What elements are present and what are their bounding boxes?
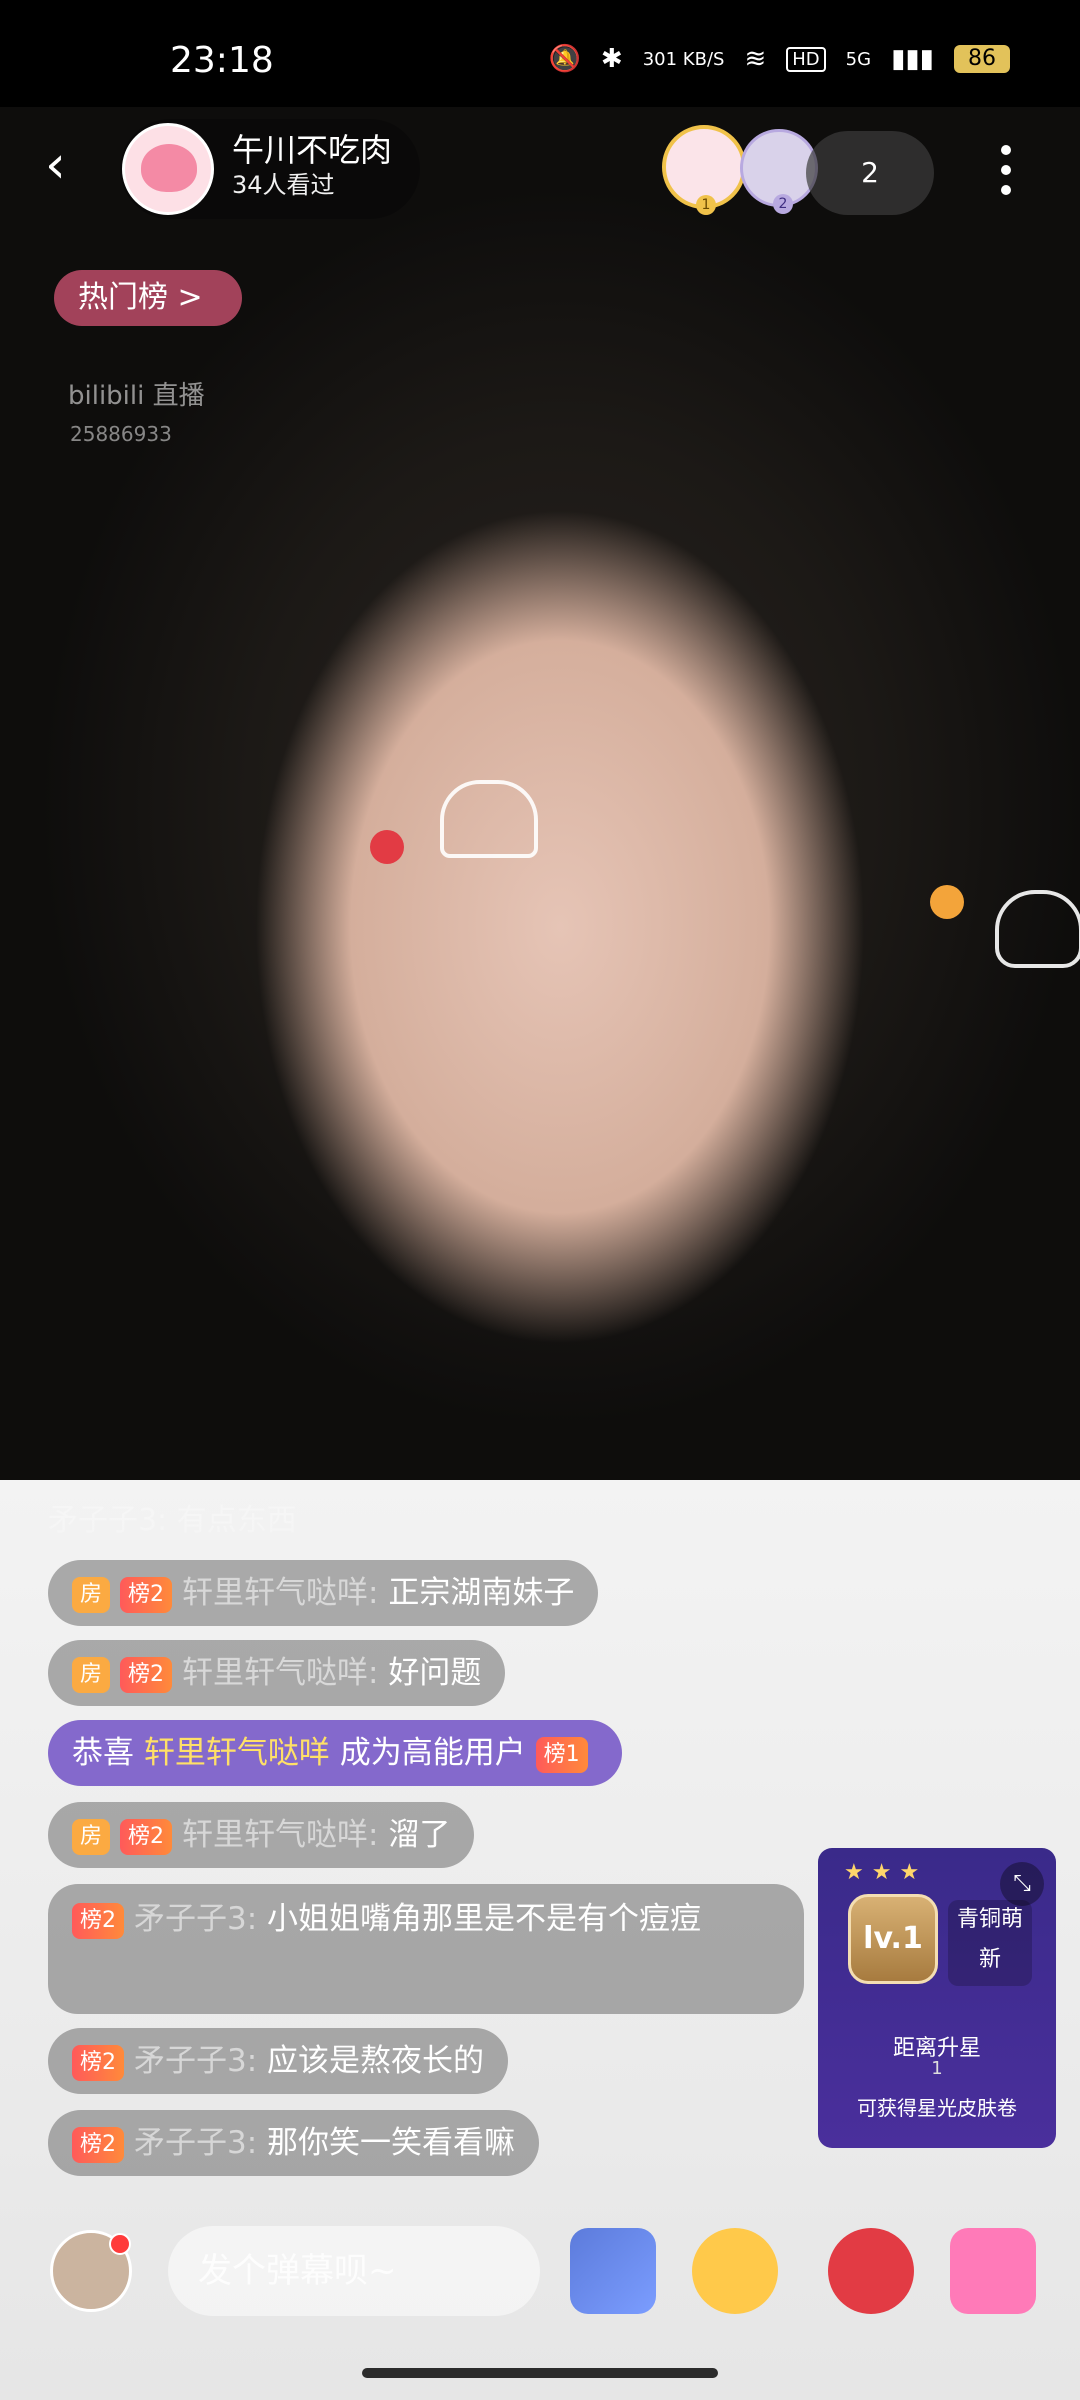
chat-text: 正宗湖南妹子 (388, 1575, 575, 1611)
rank-tag: 榜2 (72, 2044, 124, 2081)
reward-text: 可获得星光皮肤卷 (857, 2096, 1017, 2120)
bottom-bar: 发个弹幕呗~ (0, 2200, 1080, 2320)
apps-grid-icon[interactable] (570, 2228, 656, 2314)
rank-tag: 榜2 (120, 1656, 173, 1693)
system-suffix: 成为高能用户 (339, 1735, 526, 1771)
room-tag: 房 (72, 1576, 111, 1613)
danmaku-input[interactable]: 发个弹幕呗~ (168, 2226, 540, 2316)
chat-text: 那你笑一笑看看嘛 (267, 2125, 516, 2161)
top-bar: ‹ 午川不吃肉 34人看过 1 2 2 (0, 107, 1080, 237)
system-prefix: 恭喜 (72, 1735, 134, 1771)
status-icons: 🔕 ✱ 301 KB/S ≋ HD 5G ▮▮▮ 86 (549, 44, 1010, 74)
more-options-icon[interactable] (998, 145, 1014, 201)
room-tag: 房 (72, 1818, 111, 1855)
bluetooth-icon: ✱ (600, 44, 623, 74)
rank-2-badge: 2 (773, 194, 793, 214)
bow-sticker-icon (440, 780, 538, 858)
chat-nick: 轩里轩气哒咩 (182, 1817, 369, 1853)
hd-label: HD (786, 46, 826, 72)
notification-dot (109, 2233, 131, 2255)
viewer-count: 34人看过 (232, 171, 335, 199)
rank-tag: 榜1 (535, 1736, 588, 1773)
chat-text: 溜了 (388, 1817, 451, 1853)
chat-text: 小姐姐嘴角那里是不是有个痘痘 (267, 1901, 702, 1937)
room-tag: 房 (72, 1656, 111, 1693)
hot-list-button[interactable]: 热门榜 > (54, 270, 242, 326)
room-id: 25886933 (70, 422, 172, 446)
chat-message[interactable]: 房榜2 轩里轩气哒咩: 好问题 (48, 1640, 506, 1706)
audience-count-button[interactable]: 2 (806, 131, 934, 215)
chat-message[interactable]: 房榜2 轩里轩气哒咩: 溜了 (48, 1802, 475, 1868)
my-avatar[interactable] (50, 2230, 132, 2312)
bilibili-watermark: bilibili 直播 (68, 381, 205, 411)
flower-sticker-icon (930, 885, 964, 919)
chat-nick: 轩里轩气哒咩 (182, 1575, 369, 1611)
rose-gift-icon[interactable] (828, 2228, 914, 2314)
status-time: 23:18 (170, 40, 274, 81)
mute-icon: 🔕 (548, 44, 581, 74)
chat-message[interactable]: 房榜2 轩里轩气哒咩: 正宗湖南妹子 (48, 1560, 599, 1626)
chat-text: 好问题 (388, 1655, 482, 1691)
cat-sticker-icon (995, 890, 1080, 968)
host-avatar[interactable] (122, 123, 214, 215)
chat-message[interactable]: 榜2 矛子子3: 那你笑一笑看看嘛 (48, 2110, 540, 2176)
system-highlight: 轩里轩气哒咩 (143, 1735, 330, 1771)
live-stream-screen: 23:18 🔕 ✱ 301 KB/S ≋ HD 5G ▮▮▮ 86 ‹ 午川不吃… (0, 0, 1080, 2400)
chat-message[interactable]: 榜2 矛子子3: 应该是熬夜长的 (48, 2028, 509, 2094)
level-tier: 青铜萌新 (948, 1900, 1032, 1986)
rank-tag: 榜2 (72, 1902, 124, 1939)
upgrade-value: 1 (931, 2058, 943, 2079)
chat-message[interactable]: 榜2 矛子子3: 小姐姐嘴角那里是不是有个痘痘 (48, 1884, 804, 2014)
star-icon: ★★★ (844, 1860, 928, 1885)
home-indicator[interactable] (362, 2368, 718, 2378)
faded-chat-line: 矛子子3: 有点东西 (48, 1503, 297, 1538)
chat-nick: 矛子子3 (134, 2043, 247, 2079)
gift-box-icon[interactable] (950, 2228, 1036, 2314)
top-fan-avatar-1[interactable]: 1 (662, 125, 746, 215)
rank-1-badge: 1 (696, 195, 716, 215)
wifi-icon: ≋ (744, 44, 767, 74)
chat-nick: 轩里轩气哒咩 (182, 1655, 369, 1691)
sunglasses-emoji-icon[interactable] (692, 2228, 778, 2314)
back-icon[interactable]: ‹ (45, 139, 85, 191)
signal-icon: ▮▮▮ (891, 44, 934, 74)
rank-tag: 榜2 (120, 1818, 173, 1855)
network-speed: 301 KB/S (642, 48, 725, 70)
chat-nick: 矛子子3 (134, 1901, 247, 1937)
chat-text: 应该是熬夜长的 (267, 2043, 485, 2079)
battery-indicator: 86 (954, 45, 1010, 73)
signal-label: 5G (845, 48, 872, 70)
flower-sticker-icon (370, 830, 404, 864)
status-bar: 23:18 🔕 ✱ 301 KB/S ≋ HD 5G ▮▮▮ 86 (0, 0, 1080, 107)
level-badge: lv.1 (848, 1894, 938, 1984)
system-message[interactable]: 恭喜 轩里轩气哒咩 成为高能用户 榜1 (48, 1720, 622, 1786)
bear-avatar-icon (141, 144, 197, 192)
rank-tag: 榜2 (72, 2126, 124, 2163)
level-card[interactable]: ★★★ ⤡ lv.1 青铜萌新 距离升星 1 可获得星光皮肤卷 (818, 1848, 1056, 2148)
chat-nick: 矛子子3 (134, 2125, 247, 2161)
rank-tag: 榜2 (120, 1576, 173, 1613)
